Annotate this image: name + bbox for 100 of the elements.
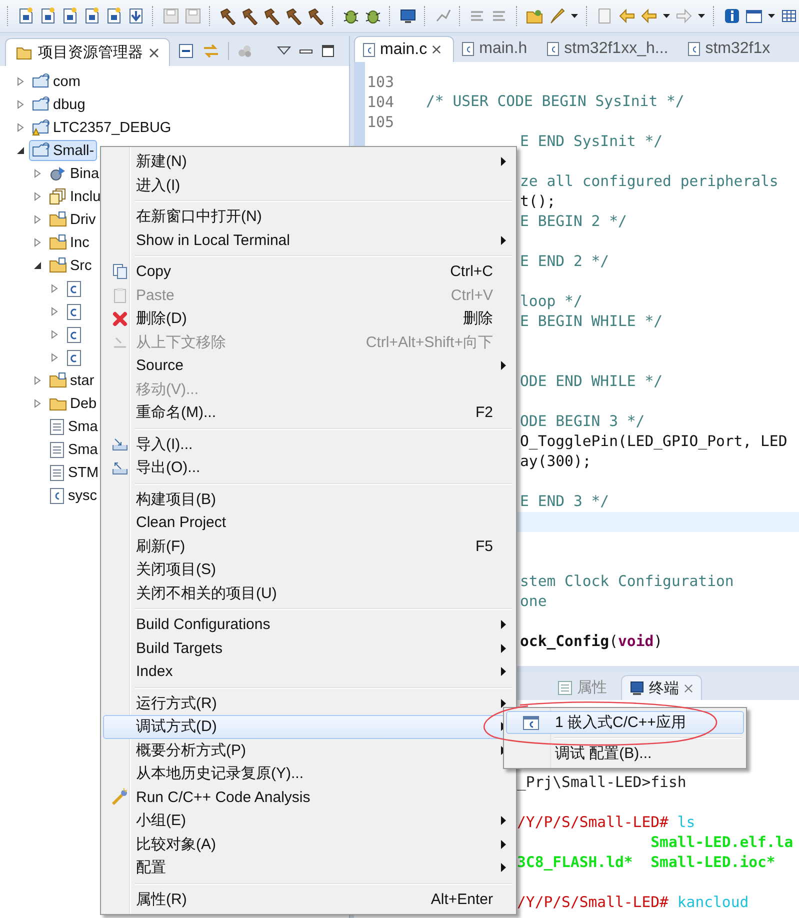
- import-icon[interactable]: [127, 7, 145, 25]
- new-source-file-icon[interactable]: [83, 7, 101, 25]
- source-folder-icon: [49, 257, 67, 274]
- shortcut-label: Ctrl+C: [450, 263, 493, 280]
- menu-item[interactable]: 刷新(F) F5: [103, 534, 514, 558]
- menu-item[interactable]: 导出(O)...: [103, 456, 514, 480]
- window-icon[interactable]: [745, 7, 763, 25]
- menu-item[interactable]: 配置: [103, 856, 514, 880]
- table-icon[interactable]: [780, 7, 798, 25]
- menu-item[interactable]: 重命名(M)... F2: [103, 401, 514, 424]
- code-line: E END SysInit */: [520, 132, 663, 152]
- tree-item[interactable]: STM: [46, 462, 102, 484]
- panel-title: 项目资源管理器: [38, 43, 143, 62]
- info-icon[interactable]: [723, 7, 741, 25]
- menu-item[interactable]: 关闭项目(S): [103, 558, 514, 582]
- editor-tab[interactable]: main.h: [454, 36, 540, 62]
- expand-arrow-icon[interactable]: [33, 376, 42, 385]
- submenu-arrow-icon: [501, 698, 506, 708]
- new-header-file-icon[interactable]: [39, 7, 57, 25]
- menu-item[interactable]: 构建项目(B): [103, 488, 514, 511]
- collapse-arrow-icon[interactable]: [16, 146, 25, 155]
- tree-item[interactable]: Src: [46, 255, 95, 276]
- new-class-icon[interactable]: [105, 7, 123, 25]
- menu-item[interactable]: Show in Local Terminal: [103, 228, 514, 252]
- menu-item[interactable]: Clean Project: [103, 511, 514, 534]
- submenu-arrow-icon: [501, 816, 506, 826]
- hammer-icon[interactable]: [307, 7, 325, 25]
- close-icon[interactable]: [149, 48, 159, 58]
- tree-item[interactable]: Driv: [46, 209, 99, 230]
- menu-item[interactable]: 从本地历史记录复原(Y)...: [103, 762, 514, 786]
- tab-label: main.h: [479, 40, 528, 58]
- hammer-icon[interactable]: [219, 7, 237, 25]
- expand-arrow-icon[interactable]: [33, 192, 42, 201]
- tree-item[interactable]: Sma: [46, 416, 101, 438]
- collapse-all-icon[interactable]: [178, 43, 194, 59]
- expand-arrow-icon[interactable]: [50, 330, 59, 339]
- menu-item[interactable]: Index: [103, 660, 514, 684]
- tree-item[interactable]: Small-: [29, 140, 98, 161]
- expand-arrow-icon[interactable]: [33, 238, 42, 247]
- monitor-icon[interactable]: [399, 7, 417, 25]
- back-arrow-icon[interactable]: [618, 7, 636, 25]
- close-icon[interactable]: [432, 45, 442, 54]
- tree-item[interactable]: Deb: [46, 393, 100, 414]
- editor-tab[interactable]: stm32f1x: [680, 36, 782, 62]
- collapse-arrow-icon[interactable]: [33, 261, 42, 270]
- view-menu-icon[interactable]: [277, 46, 291, 56]
- menu-item[interactable]: Run C/C++ Code Analysis: [103, 786, 514, 809]
- tree-item[interactable]: Bina: [46, 163, 102, 184]
- menu-item[interactable]: Build Targets: [103, 636, 514, 660]
- expand-arrow-icon[interactable]: [33, 169, 42, 178]
- dots-icon[interactable]: [237, 43, 253, 59]
- submenu-arrow-icon: [501, 620, 506, 630]
- expand-arrow-icon[interactable]: [50, 353, 59, 362]
- open-folder-icon[interactable]: [526, 7, 544, 25]
- new-file-icon[interactable]: [61, 7, 79, 25]
- close-icon[interactable]: [684, 684, 693, 692]
- hammer-icon[interactable]: [241, 7, 259, 25]
- expand-arrow-icon[interactable]: [50, 284, 59, 293]
- menu-item[interactable]: Copy Ctrl+C: [103, 260, 514, 284]
- c-file-icon: [66, 302, 82, 320]
- panel-tab[interactable]: 终端: [621, 675, 702, 700]
- menu-item[interactable]: 进入(I): [103, 174, 514, 197]
- expand-arrow-icon[interactable]: [50, 307, 59, 316]
- menu-item[interactable]: 小组(E): [103, 809, 514, 832]
- expand-arrow-icon[interactable]: [33, 399, 42, 408]
- menu-item[interactable]: 属性(R) Alt+Enter: [103, 888, 514, 911]
- menu-item[interactable]: 新建(N): [103, 150, 514, 174]
- tree-item[interactable]: Sma: [46, 438, 101, 460]
- menu-item[interactable]: Source: [103, 354, 514, 378]
- code-line: one: [520, 592, 547, 612]
- editor-tab[interactable]: stm32f1xx_h...: [539, 36, 680, 62]
- editor-tab[interactable]: main.c: [354, 36, 454, 62]
- tree-item[interactable]: dbug: [29, 94, 88, 115]
- code-line: /* USER CODE BEGIN SysInit */: [426, 92, 684, 112]
- menu-item[interactable]: 比较对象(A): [103, 832, 514, 856]
- expand-arrow-icon[interactable]: [16, 123, 25, 132]
- expand-arrow-icon[interactable]: [16, 77, 25, 86]
- tree-item[interactable]: com: [29, 71, 84, 92]
- menu-item[interactable]: 导入(I)...: [103, 432, 514, 456]
- terminal-line: /Y/P/S/Small-LED# kancloud: [517, 894, 749, 910]
- expand-arrow-icon[interactable]: [33, 215, 42, 224]
- maximize-icon[interactable]: [321, 44, 335, 58]
- tree-item[interactable]: Inc: [46, 232, 92, 253]
- menu-item[interactable]: Build Configurations: [103, 613, 514, 636]
- hammer-icon[interactable]: [285, 7, 303, 25]
- menu-item[interactable]: 关闭不相关的项目(U): [103, 582, 514, 605]
- tree-item[interactable]: LTC2357_DEBUG: [29, 117, 174, 138]
- brush-icon[interactable]: [548, 7, 566, 25]
- tree-item[interactable]: star: [46, 370, 98, 391]
- source-folder-icon: [49, 372, 67, 389]
- hammer-icon[interactable]: [263, 7, 281, 25]
- explorer-tab[interactable]: 项目资源管理器: [5, 38, 170, 66]
- new-file-icon[interactable]: [17, 7, 35, 25]
- tree-item[interactable]: sysc: [46, 484, 100, 506]
- menu-item[interactable]: 1 嵌入式C/C++应用: [506, 711, 744, 734]
- back-arrow-icon[interactable]: [640, 7, 658, 25]
- expand-arrow-icon[interactable]: [16, 100, 25, 109]
- tree-item[interactable]: Inclu: [46, 186, 104, 207]
- menu-item[interactable]: 删除(D) 删除: [103, 307, 514, 330]
- menu-item[interactable]: 在新窗口中打开(N): [103, 205, 514, 228]
